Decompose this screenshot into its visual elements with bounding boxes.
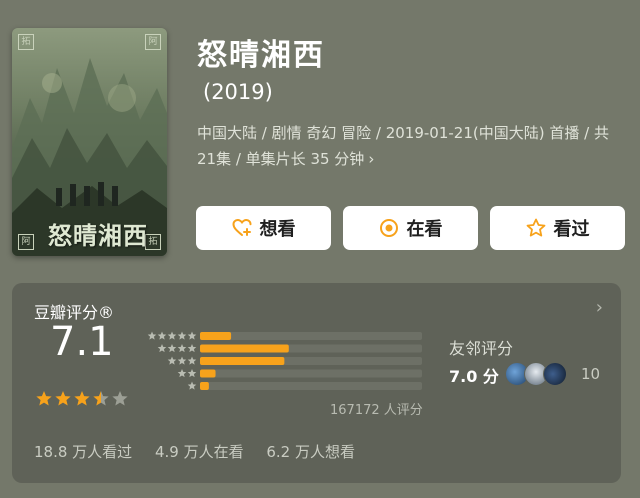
poster-corner-tl: 拓: [18, 34, 34, 50]
poster-corner-tr: 阿: [145, 34, 161, 50]
chevron-right-icon: ›: [368, 150, 375, 168]
page-title: 怒晴湘西: [197, 38, 325, 73]
distribution-star: [167, 331, 177, 340]
poster-image[interactable]: 拓 阿 阿 拓 怒晴湘西: [12, 28, 167, 256]
rating-star: [112, 391, 128, 406]
distribution-star: [177, 344, 187, 353]
distribution-star: [167, 356, 177, 365]
friends-rating-count: 10: [581, 365, 601, 383]
friends-avatars[interactable]: [505, 362, 567, 386]
rating-distribution: [147, 331, 422, 390]
distribution-star: [187, 369, 197, 378]
heart-plus-icon: [231, 218, 252, 238]
rating-count: 167172 人评分: [330, 403, 423, 418]
rating-panel[interactable]: 豆瓣评分® › 7.1 167172 人评分 友邻评分 7.0 分 10 18.…: [12, 283, 621, 483]
rating-star: [55, 391, 71, 406]
distribution-bar-5-star: [200, 332, 232, 340]
want-count[interactable]: 6.2 万人想看: [266, 443, 355, 461]
distribution-track: [200, 369, 422, 378]
distribution-star: [177, 369, 187, 378]
target-icon: [379, 218, 399, 238]
poster-corner-bl: 阿: [18, 234, 34, 250]
movie-meta[interactable]: 中国大陆 / 剧情 奇幻 冒险 / 2019-01-21(中国大陆) 首播 / …: [197, 120, 629, 172]
watching-button[interactable]: 在看: [343, 206, 478, 250]
chevron-right-icon[interactable]: ›: [596, 297, 603, 318]
distribution-star: [177, 356, 187, 365]
rating-stars: [36, 391, 128, 406]
distribution-star: [187, 356, 197, 365]
distribution-star: [187, 344, 197, 353]
friends-rating-label: 友邻评分: [449, 339, 514, 358]
distribution-star: [187, 331, 197, 340]
watched-count[interactable]: 18.8 万人看过: [34, 443, 132, 461]
meta-text: 中国大陆 / 剧情 奇幻 冒险 / 2019-01-21(中国大陆) 首播 / …: [197, 124, 609, 168]
avatar: [543, 362, 567, 386]
audience-stats: 18.8 万人看过 4.9 万人在看 6.2 万人想看: [34, 441, 373, 462]
friends-rating-score: 7.0 分: [449, 367, 499, 386]
distribution-star: [157, 331, 167, 340]
want-to-watch-button[interactable]: 想看: [196, 206, 331, 250]
want-to-watch-label: 想看: [259, 219, 296, 240]
poster-title: 怒晴湘西: [48, 221, 148, 250]
distribution-bar-1-star: [200, 382, 209, 390]
rating-score: 7.1: [50, 319, 114, 365]
watched-label: 看过: [553, 219, 590, 240]
distribution-bar-2-star: [200, 369, 216, 378]
watched-button[interactable]: 看过: [490, 206, 625, 250]
distribution-bar-3-star: [200, 357, 285, 365]
watching-count[interactable]: 4.9 万人在看: [155, 443, 244, 461]
rating-star: [74, 391, 90, 406]
distribution-star: [177, 331, 187, 340]
rating-star: [36, 391, 52, 406]
distribution-star: [167, 344, 177, 353]
distribution-track: [200, 382, 422, 390]
rating-star: [93, 391, 109, 406]
watching-label: 在看: [406, 219, 443, 240]
distribution-star: [187, 381, 197, 390]
distribution-star: [157, 344, 167, 353]
distribution-track: [200, 332, 422, 340]
distribution-bar-4-star: [200, 344, 289, 353]
star-outline-icon: [526, 218, 546, 238]
distribution-star: [147, 331, 157, 340]
release-year: (2019): [203, 80, 273, 104]
